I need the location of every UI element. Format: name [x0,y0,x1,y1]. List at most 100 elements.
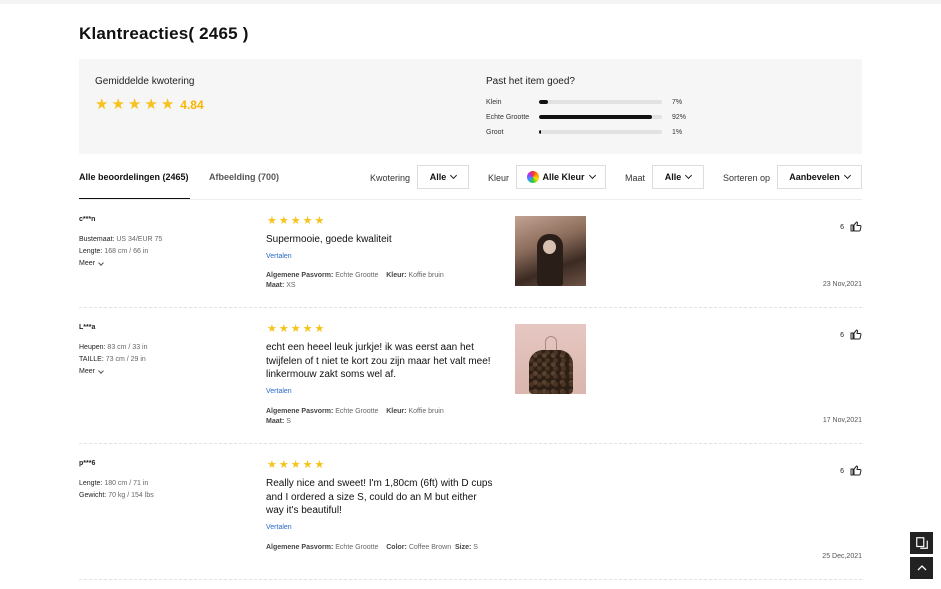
chevron-down-icon [685,171,693,180]
star-icon: ★ [290,215,301,227]
star-icon: ★ [302,459,313,471]
fit-bar [539,115,662,119]
reviewer-measurement: Bustemaat: US 34/EUR 75 [79,236,162,243]
top-border [0,0,941,4]
thumbs-up-icon [850,329,862,340]
review-photo[interactable] [515,216,586,286]
chevron-down-icon [588,171,596,180]
fit-percentage: 92% [672,113,687,121]
helpful-button[interactable]: 6 [840,328,862,340]
sort-value: Aanbevelen [789,172,840,182]
measurement-label: Lengte: [79,248,103,255]
fit-bar-fill [539,115,653,119]
reviewer-measurement: Gewicht: 70 kg / 154 lbs [79,492,154,499]
translate-link[interactable]: Vertalen [266,524,292,531]
color-label: Kleur: [386,272,407,279]
review-stars: ★ ★ ★ ★ ★ [267,324,326,335]
back-to-top-button[interactable] [910,557,933,579]
copy-icon [915,537,928,549]
fit-bar [539,130,662,134]
more-toggle[interactable]: Meer [79,367,104,375]
fit-label: Algemene Pasvorm: [266,544,334,551]
star-icon: ★ [160,96,175,113]
color-value: Coffee Brown [408,544,452,551]
rating-summary: Gemiddelde kwotering ★ ★ ★ ★ ★ 4.84 Past… [79,59,862,154]
sort-select[interactable]: Aanbevelen [777,165,862,189]
helpful-count: 6 [840,332,844,339]
helpful-button[interactable]: 6 [840,220,862,232]
measurement-value: 83 cm / 33 in [107,344,148,351]
star-icon: ★ [267,215,277,227]
color-wheel-icon [527,171,540,183]
measurement-label: Heupen: [79,344,106,351]
page-title: Klantreacties( 2465 ) [79,24,249,43]
divider [79,307,862,308]
star-icon: ★ [127,96,142,113]
star-icon: ★ [278,215,289,227]
review-stars: ★ ★ ★ ★ ★ [267,216,326,227]
divider [79,199,862,200]
photo-hanger [545,336,557,350]
review-photo[interactable] [515,324,586,394]
measurement-value: US 34/EUR 75 [116,236,163,243]
chevron-down-icon [98,259,104,266]
rating-filter-select[interactable]: Alle [417,165,469,189]
reviewer-name: c***n [79,216,96,223]
color-filter-label: Kleur [488,173,510,183]
thumbs-up-icon [850,465,862,476]
compare-button[interactable] [910,532,933,554]
reviewer-measurement: Lengte: 180 cm / 71 in [79,480,148,487]
measurement-value: 168 cm / 66 in [104,248,149,255]
more-label: Meer [79,260,95,267]
tab-images[interactable]: Afbeelding (700) [209,172,279,182]
fit-question-label: Past het item goed? [486,76,575,87]
average-rating: ★ ★ ★ ★ ★ 4.84 [95,97,204,112]
color-filter-value: Alle Kleur [542,172,585,182]
review-date: 25 Dec,2021 [822,553,862,560]
average-rating-value: 4.84 [180,97,204,112]
color-value: Koffie bruin [408,272,444,279]
review-item: c***n Bustemaat: US 34/EUR 75 Lengte: 16… [79,216,862,296]
size-filter-select[interactable]: Alle [652,165,704,189]
review-meta: Algemene Pasvorm: Echte Grootte Kleur: K… [266,407,496,427]
fit-percentage: 7% [672,98,683,106]
star-icon: ★ [278,459,289,471]
star-icon: ★ [111,96,125,113]
fit-row-small: Klein 7% [486,96,682,108]
fit-value: Echte Grootte [335,544,379,551]
helpful-button[interactable]: 6 [840,464,862,476]
sort-label: Sorteren op [723,173,771,183]
size-value: S [473,544,478,551]
measurement-label: Lengte: [79,480,103,487]
fit-bar-fill [539,130,541,134]
fit-value: Echte Grootte [335,272,379,279]
size-label: Size: [455,544,472,551]
helpful-count: 6 [840,468,844,475]
color-filter-select[interactable]: Alle Kleur [516,165,606,189]
star-icon: ★ [290,323,301,335]
review-item: L***a Heupen: 83 cm / 33 in TAILLE: 73 c… [79,324,862,432]
star-icon: ★ [302,323,313,335]
more-label: Meer [79,368,95,375]
review-stars: ★ ★ ★ ★ ★ [267,460,326,471]
more-toggle[interactable]: Meer [79,259,104,267]
review-text: Really nice and sweet! I'm 1,80cm (6ft) … [266,478,493,516]
translate-link[interactable]: Vertalen [266,388,292,395]
fit-name: Echte Grootte [486,113,530,121]
measurement-label: Bustemaat: [79,236,115,243]
size-value: S [286,418,291,425]
star-icon: ★ [302,215,313,227]
fit-label: Algemene Pasvorm: [266,272,334,279]
measurement-label: TAILLE: [79,356,104,363]
size-value: XS [286,282,296,289]
review-meta: Algemene Pasvorm: Echte Grootte Color: C… [266,543,496,553]
star-icon: ★ [314,459,325,471]
chevron-down-icon [450,171,458,180]
star-icon: ★ [290,459,301,471]
translate-link[interactable]: Vertalen [266,253,292,260]
reviewer-measurement: Lengte: 168 cm / 66 in [79,248,148,255]
tab-all-reviews[interactable]: Alle beoordelingen (2465) [79,172,189,182]
fit-name: Groot [486,128,504,136]
star-icon: ★ [95,96,109,113]
rating-filter-label: Kwotering [370,173,411,183]
